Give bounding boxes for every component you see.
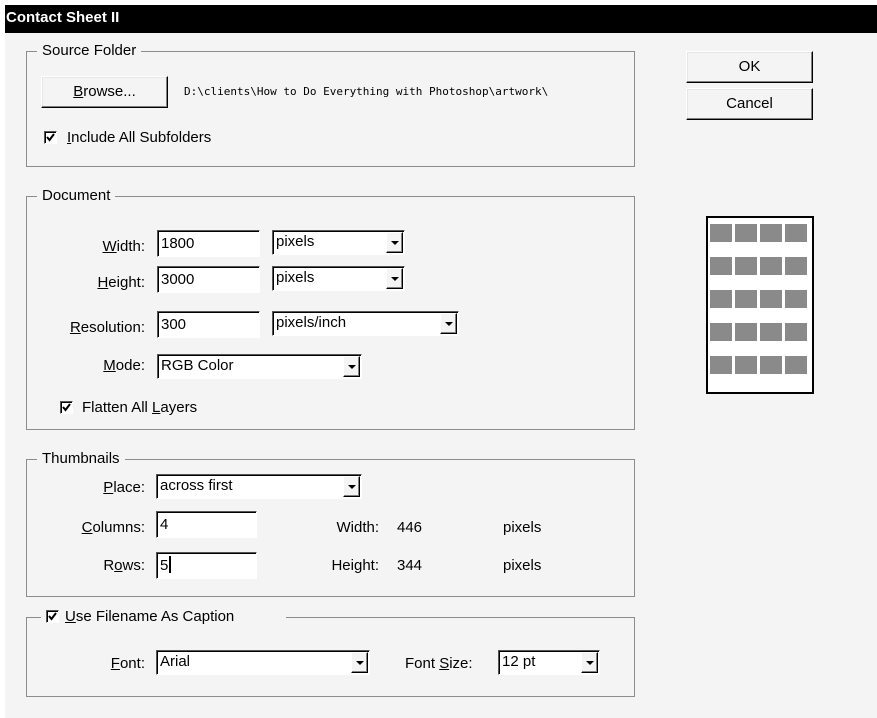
resolution-unit-select[interactable]: pixels/inch <box>272 311 459 336</box>
preview-thumbnail-cell <box>710 290 732 308</box>
preview-thumbnail-cell <box>735 224 757 242</box>
thumb-width-label: Width: <box>336 519 379 536</box>
browse-button[interactable]: Browse... <box>41 76 168 108</box>
checkmark-icon <box>48 612 57 621</box>
checkmark-icon <box>62 403 71 412</box>
contact-sheet-dialog: Contact Sheet II OK Cancel Source Folder… <box>5 5 877 718</box>
checkmark-icon <box>46 133 55 142</box>
width-input[interactable]: 1800 <box>157 230 260 257</box>
thumb-height-value: 344 <box>397 557 423 574</box>
resolution-label: Resolution: <box>69 319 145 336</box>
window-title: Contact Sheet II <box>6 9 120 26</box>
preview-thumbnail-cell <box>785 323 807 341</box>
font-size-select[interactable]: 12 pt <box>498 650 600 675</box>
height-label: Height: <box>97 274 145 291</box>
flatten-layers-label[interactable]: Flatten All Layers <box>82 399 197 417</box>
width-label: Width: <box>102 238 145 255</box>
height-unit-select[interactable]: pixels <box>272 266 405 291</box>
place-select[interactable]: across first <box>156 474 362 499</box>
preview-thumbnail-cell <box>760 224 782 242</box>
height-input[interactable]: 3000 <box>157 266 260 293</box>
preview-thumbnail-cell <box>785 290 807 308</box>
preview-thumbnail-cell <box>710 257 732 275</box>
thumb-height-unit: pixels <box>503 557 542 574</box>
thumbnails-legend: Thumbnails <box>37 450 125 468</box>
preview-thumbnail-cell <box>760 257 782 275</box>
font-select[interactable]: Arial <box>156 650 370 675</box>
preview-thumbnail-cell <box>785 257 807 275</box>
resolution-input[interactable]: 300 <box>157 311 260 338</box>
source-folder-legend: Source Folder <box>37 42 142 60</box>
cancel-button-label: Cancel <box>726 95 773 112</box>
preview-thumbnail-cell <box>760 356 782 374</box>
preview-thumbnail-cell <box>735 290 757 308</box>
mode-label: Mode: <box>103 357 145 374</box>
preview-thumbnail-cell <box>760 323 782 341</box>
preview-thumbnail-cell <box>735 323 757 341</box>
chevron-down-icon[interactable] <box>440 313 457 334</box>
place-label: Place: <box>103 479 145 496</box>
chevron-down-icon[interactable] <box>386 232 403 253</box>
thumb-width-value: 446 <box>397 519 423 536</box>
preview-thumbnail-cell <box>710 356 732 374</box>
preview-thumbnail-cell <box>785 224 807 242</box>
thumbnails-group: Thumbnails Place: across first Columns: … <box>26 450 635 597</box>
use-filename-checkbox[interactable] <box>46 610 59 623</box>
flatten-layers-checkbox[interactable] <box>60 401 73 414</box>
preview-thumbnail-cell <box>785 356 807 374</box>
include-subfolders-label[interactable]: Include All Subfolders <box>67 129 211 147</box>
include-subfolders-checkbox[interactable] <box>44 131 57 144</box>
width-unit-select[interactable]: pixels <box>272 230 405 255</box>
chevron-down-icon[interactable] <box>386 268 403 289</box>
ok-button[interactable]: OK <box>686 51 813 83</box>
title-bar: Contact Sheet II <box>5 5 877 33</box>
columns-input[interactable]: 4 <box>156 511 257 538</box>
ok-button-label: OK <box>738 58 761 75</box>
columns-label: Columns: <box>81 519 145 536</box>
chevron-down-icon[interactable] <box>343 476 360 497</box>
preview-thumbnail-cell <box>735 356 757 374</box>
font-label: Font: <box>110 655 145 672</box>
preview-thumbnail-cell <box>710 323 732 341</box>
rows-input[interactable]: 5 <box>156 552 257 579</box>
chevron-down-icon[interactable] <box>351 652 368 673</box>
caption-legend: Use Filename As Caption <box>41 608 287 626</box>
preview-thumbnail-cell <box>735 257 757 275</box>
source-folder-group: Source Folder Browse... D:\clients\How t… <box>26 42 635 167</box>
chevron-down-icon[interactable] <box>581 652 598 673</box>
font-size-label: Font Size: <box>405 655 473 672</box>
mode-select[interactable]: RGB Color <box>157 354 362 379</box>
preview-thumbnail-cell <box>760 290 782 308</box>
chevron-down-icon[interactable] <box>343 356 360 377</box>
rows-label: Rows: <box>103 557 145 574</box>
document-group: Document Width: 1800 pixels Height: 3000… <box>26 187 635 430</box>
cancel-button[interactable]: Cancel <box>686 88 813 120</box>
thumb-width-unit: pixels <box>503 519 542 536</box>
source-folder-path: D:\clients\How to Do Everything with Pho… <box>184 85 549 98</box>
thumb-height-label: Height: <box>331 557 379 574</box>
layout-preview <box>706 216 814 394</box>
preview-thumbnail-cell <box>710 224 732 242</box>
caption-group: Use Filename As Caption Font: Arial Font… <box>26 608 635 697</box>
document-legend: Document <box>37 187 116 205</box>
text-cursor <box>169 556 172 573</box>
